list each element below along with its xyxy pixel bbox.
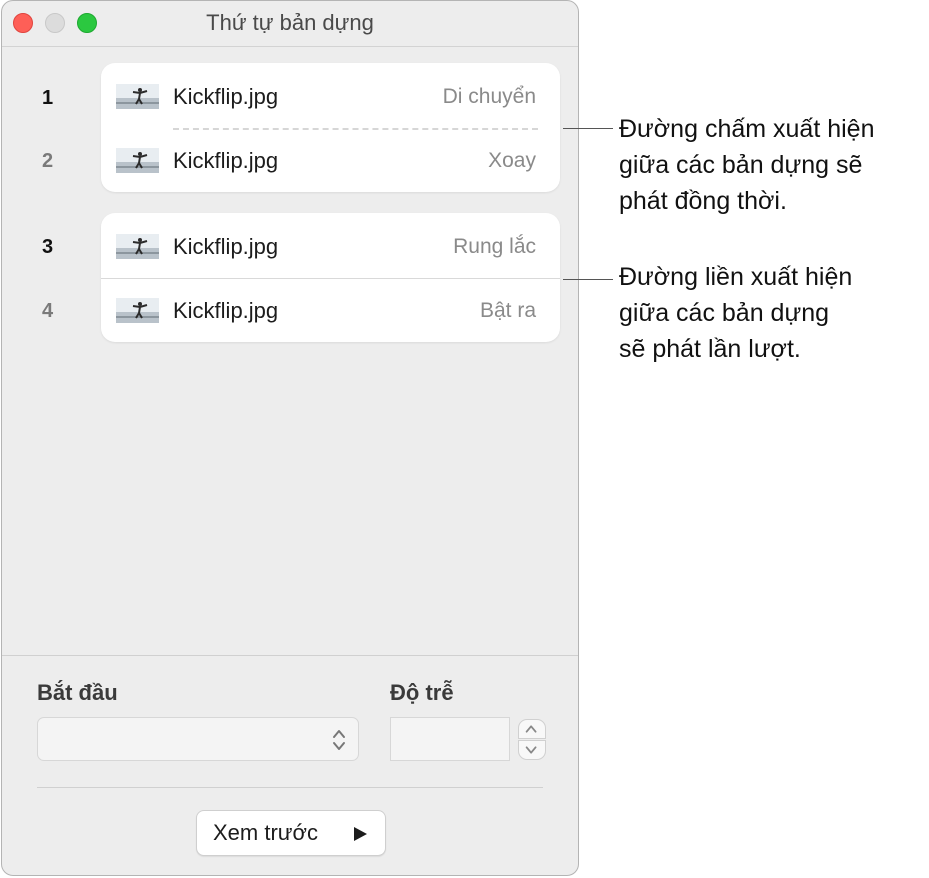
chevron-up-icon: [525, 725, 537, 733]
delay-field[interactable]: [390, 717, 510, 761]
dotted-divider: [173, 128, 538, 130]
build-group-2: Kickflip.jpg Rung lắc Kickflip.jpg Bật r…: [101, 213, 560, 342]
build-order-window: Thứ tự bản dựng 1 2 3 4 Kickflip.jpg Di …: [1, 0, 579, 876]
skater-photo-thumbnail-icon: [116, 234, 159, 259]
start-select[interactable]: [37, 717, 359, 761]
skater-photo-thumbnail-icon: [116, 148, 159, 173]
callout-solid-text: Đường liền xuất hiện giữa các bản dựng s…: [619, 263, 853, 363]
build-number-4: 4: [42, 300, 54, 322]
start-label: Bắt đầu: [37, 680, 118, 705]
controls-divider: [2, 655, 578, 656]
skater-photo-thumbnail-icon: [116, 298, 159, 323]
effect-name: Bật ra: [479, 299, 536, 322]
preview-label: Xem trước: [213, 820, 318, 845]
preview-button[interactable]: Xem trước: [196, 810, 386, 856]
title-bar: Thứ tự bản dựng: [2, 1, 578, 47]
build-item-4[interactable]: Kickflip.jpg Bật ra: [101, 291, 560, 331]
title-divider: [2, 46, 578, 47]
build-number-1: 1: [42, 87, 54, 109]
stepper-increment-button[interactable]: [518, 719, 546, 739]
delay-stepper[interactable]: [518, 719, 546, 761]
solid-divider: [101, 278, 560, 279]
build-number-2: 2: [42, 150, 54, 172]
build-group-1: Kickflip.jpg Di chuyển Kickflip.jpg Xoay: [101, 63, 560, 192]
chevron-down-icon: [525, 746, 537, 754]
effect-name: Xoay: [488, 149, 536, 172]
build-item-2[interactable]: Kickflip.jpg Xoay: [101, 141, 560, 181]
file-name: Kickflip.jpg: [173, 84, 279, 109]
file-name: Kickflip.jpg: [173, 148, 279, 173]
preview-divider: [37, 787, 543, 788]
build-item-1[interactable]: Kickflip.jpg Di chuyển: [101, 77, 560, 117]
file-name: Kickflip.jpg: [173, 234, 279, 259]
build-number-3: 3: [42, 236, 54, 258]
skater-photo-thumbnail-icon: [116, 84, 159, 109]
build-item-3[interactable]: Kickflip.jpg Rung lắc: [101, 227, 560, 267]
window-title: Thứ tự bản dựng: [206, 10, 374, 35]
file-name: Kickflip.jpg: [173, 298, 279, 323]
callout-line-dotted: [563, 128, 613, 129]
delay-label: Độ trễ: [390, 680, 454, 705]
callout-line-solid: [563, 279, 613, 280]
effect-name: Rung lắc: [453, 235, 536, 258]
play-icon: [354, 827, 367, 841]
chevron-up-down-icon: [333, 730, 345, 750]
effect-name: Di chuyển: [442, 85, 536, 108]
callout-dotted-text: Đường chấm xuất hiện giữa các bản dựng s…: [619, 115, 875, 215]
stepper-decrement-button[interactable]: [518, 740, 546, 760]
